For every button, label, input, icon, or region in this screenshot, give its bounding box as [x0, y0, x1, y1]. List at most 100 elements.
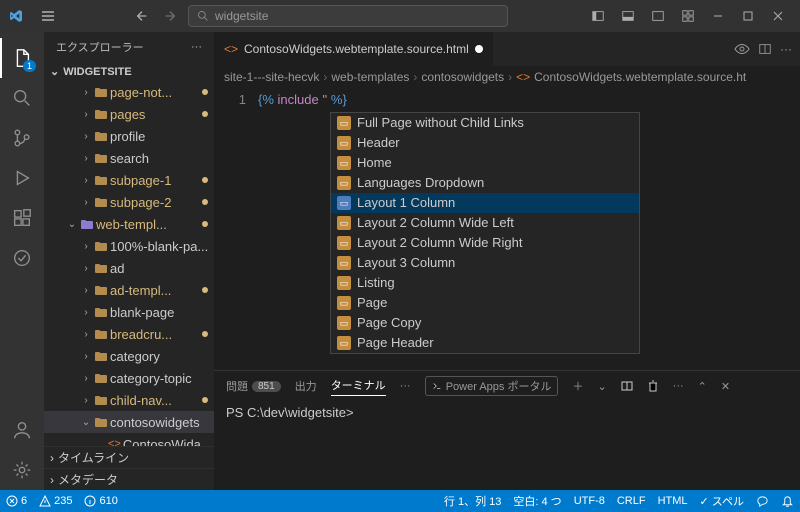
breadcrumb-item[interactable]: site-1---site-hecvk: [224, 70, 319, 84]
activity-testing[interactable]: [0, 238, 44, 278]
suggestion-item[interactable]: ▭Page Copy: [331, 313, 639, 333]
suggestion-item[interactable]: ▭Full Page without Child Links: [331, 113, 639, 133]
search-icon: [197, 10, 209, 22]
suggestion-item[interactable]: ▭Listing: [331, 273, 639, 293]
kill-terminal-icon[interactable]: [647, 380, 659, 392]
activity-explorer[interactable]: 1: [0, 38, 44, 78]
activity-run-debug[interactable]: [0, 158, 44, 198]
window-close-button[interactable]: [764, 2, 792, 30]
status-spaces[interactable]: 空白: 4 つ: [507, 490, 567, 512]
status-errors[interactable]: 6: [0, 490, 33, 512]
terminal-body[interactable]: PS C:\dev\widgetsite>: [214, 401, 800, 490]
maximize-panel-icon[interactable]: ⌃: [698, 380, 707, 393]
editor-area[interactable]: 1 {% include '' %} ▭Full Page without Ch…: [214, 88, 800, 370]
tree-item[interactable]: ›subpage-1: [44, 169, 214, 191]
tree-item[interactable]: ›blank-page: [44, 301, 214, 323]
layout-sidebar-right-icon[interactable]: [644, 2, 672, 30]
editor-tab[interactable]: <> ContosoWidgets.webtemplate.source.htm…: [214, 32, 493, 66]
snippet-icon: ▭: [337, 276, 351, 290]
status-warnings[interactable]: 235: [33, 490, 78, 512]
hamburger-menu-icon[interactable]: [40, 8, 56, 24]
explorer-badge: 1: [23, 60, 36, 72]
suggestion-item[interactable]: ▭Layout 3 Column: [331, 253, 639, 273]
sidebar-timeline-section[interactable]: ›タイムライン: [44, 446, 214, 468]
nav-back-button[interactable]: [132, 6, 152, 26]
split-editor-icon[interactable]: [758, 42, 772, 56]
suggestion-item[interactable]: ▭Page: [331, 293, 639, 313]
tree-item[interactable]: ›profile: [44, 125, 214, 147]
suggestion-item[interactable]: ▭Layout 2 Column Wide Left: [331, 213, 639, 233]
breadcrumb-item[interactable]: contosowidgets: [421, 70, 504, 84]
activity-settings[interactable]: [0, 450, 44, 490]
tree-item[interactable]: ›breadcru...: [44, 323, 214, 345]
breadcrumb-item[interactable]: ContosoWidgets.webtemplate.source.ht: [534, 70, 746, 84]
window-maximize-button[interactable]: [734, 2, 762, 30]
warning-icon: [39, 495, 51, 507]
suggestion-item[interactable]: ▭Layout 2 Column Wide Right: [331, 233, 639, 253]
status-bell-icon[interactable]: [775, 490, 800, 512]
tree-item[interactable]: ›subpage-2: [44, 191, 214, 213]
sidebar-more-icon[interactable]: ···: [191, 41, 202, 53]
suggestion-item[interactable]: ▭Page Header: [331, 333, 639, 353]
sidebar-metadata-section[interactable]: ›メタデータ: [44, 468, 214, 490]
tree-item[interactable]: ⌄web-templ...: [44, 213, 214, 235]
nav-forward-button[interactable]: [160, 6, 180, 26]
panel-overflow-icon[interactable]: ···: [400, 380, 411, 392]
customize-layout-icon[interactable]: [674, 2, 702, 30]
tree-item[interactable]: ›search: [44, 147, 214, 169]
command-center-search[interactable]: widgetsite: [188, 5, 508, 27]
tree-item[interactable]: ›category-topic: [44, 367, 214, 389]
activity-account[interactable]: [0, 410, 44, 450]
code-content[interactable]: {% include '' %} ▭Full Page without Chil…: [258, 88, 800, 370]
tree-item[interactable]: ⌄contosowidgets: [44, 411, 214, 433]
suggestion-widget[interactable]: ▭Full Page without Child Links▭Header▭Ho…: [330, 112, 640, 354]
tree-item[interactable]: <>ContosoWida: [44, 433, 214, 446]
panel-tabs: 問題851 出力 ターミナル ··· Power Apps ポータル ＋ ⌄ ·…: [214, 371, 800, 401]
status-language[interactable]: HTML: [652, 490, 694, 512]
explorer-sidebar: エクスプローラー ··· ⌄ WIDGETSITE ›page-not...›p…: [44, 32, 214, 490]
status-line-col[interactable]: 行 1、列 13: [438, 490, 507, 512]
panel-tab-output[interactable]: 出力: [295, 378, 317, 394]
terminal-profile-dropdown[interactable]: Power Apps ポータル: [425, 376, 559, 396]
tree-item[interactable]: ›pages: [44, 103, 214, 125]
problems-label: 問題: [226, 378, 248, 394]
activity-source-control[interactable]: [0, 118, 44, 158]
breadcrumb-item[interactable]: web-templates: [331, 70, 409, 84]
tree-item[interactable]: ›category: [44, 345, 214, 367]
suggestion-item[interactable]: ▭Home: [331, 153, 639, 173]
preview-icon[interactable]: [734, 41, 750, 57]
editor-more-icon[interactable]: ···: [780, 42, 792, 56]
activity-search[interactable]: [0, 78, 44, 118]
status-eol[interactable]: CRLF: [611, 490, 652, 512]
split-terminal-icon[interactable]: [621, 380, 633, 392]
tree-item-label: search: [110, 151, 149, 166]
terminal-dropdown-icon[interactable]: ⌄: [597, 380, 606, 393]
status-encoding[interactable]: UTF-8: [568, 490, 611, 512]
panel-tab-terminal[interactable]: ターミナル: [331, 377, 386, 396]
close-panel-icon[interactable]: ✕: [721, 380, 730, 393]
layout-panel-icon[interactable]: [614, 2, 642, 30]
file-tree[interactable]: ›page-not...›pages›profile›search›subpag…: [44, 81, 214, 446]
suggestion-item[interactable]: ▭Header: [331, 133, 639, 153]
tree-item[interactable]: ›ad: [44, 257, 214, 279]
window-minimize-button[interactable]: [704, 2, 732, 30]
layout-sidebar-left-icon[interactable]: [584, 2, 612, 30]
tree-item-label: subpage-2: [110, 195, 171, 210]
suggestion-item[interactable]: ▭Languages Dropdown: [331, 173, 639, 193]
tree-item[interactable]: ›ad-templ...: [44, 279, 214, 301]
status-info[interactable]: 610: [78, 490, 123, 512]
new-terminal-button[interactable]: ＋: [572, 378, 583, 394]
breadcrumbs[interactable]: site-1---site-hecvk›web-templates›contos…: [214, 66, 800, 88]
tree-item[interactable]: ›page-not...: [44, 81, 214, 103]
suggestion-item[interactable]: ▭Layout 1 Column: [331, 193, 639, 213]
tree-item[interactable]: ›child-nav...: [44, 389, 214, 411]
status-spell[interactable]: ✓ スペル: [694, 490, 750, 512]
panel-more-icon[interactable]: ···: [673, 380, 684, 392]
panel-tab-problems[interactable]: 問題851: [226, 378, 281, 394]
tree-item[interactable]: ›100%-blank-pa...: [44, 235, 214, 257]
status-feedback-icon[interactable]: [750, 490, 775, 512]
activity-extensions[interactable]: [0, 198, 44, 238]
folder-icon: [94, 107, 108, 121]
workspace-section-header[interactable]: ⌄ WIDGETSITE: [44, 62, 214, 81]
tree-item-label: child-nav...: [110, 393, 172, 408]
